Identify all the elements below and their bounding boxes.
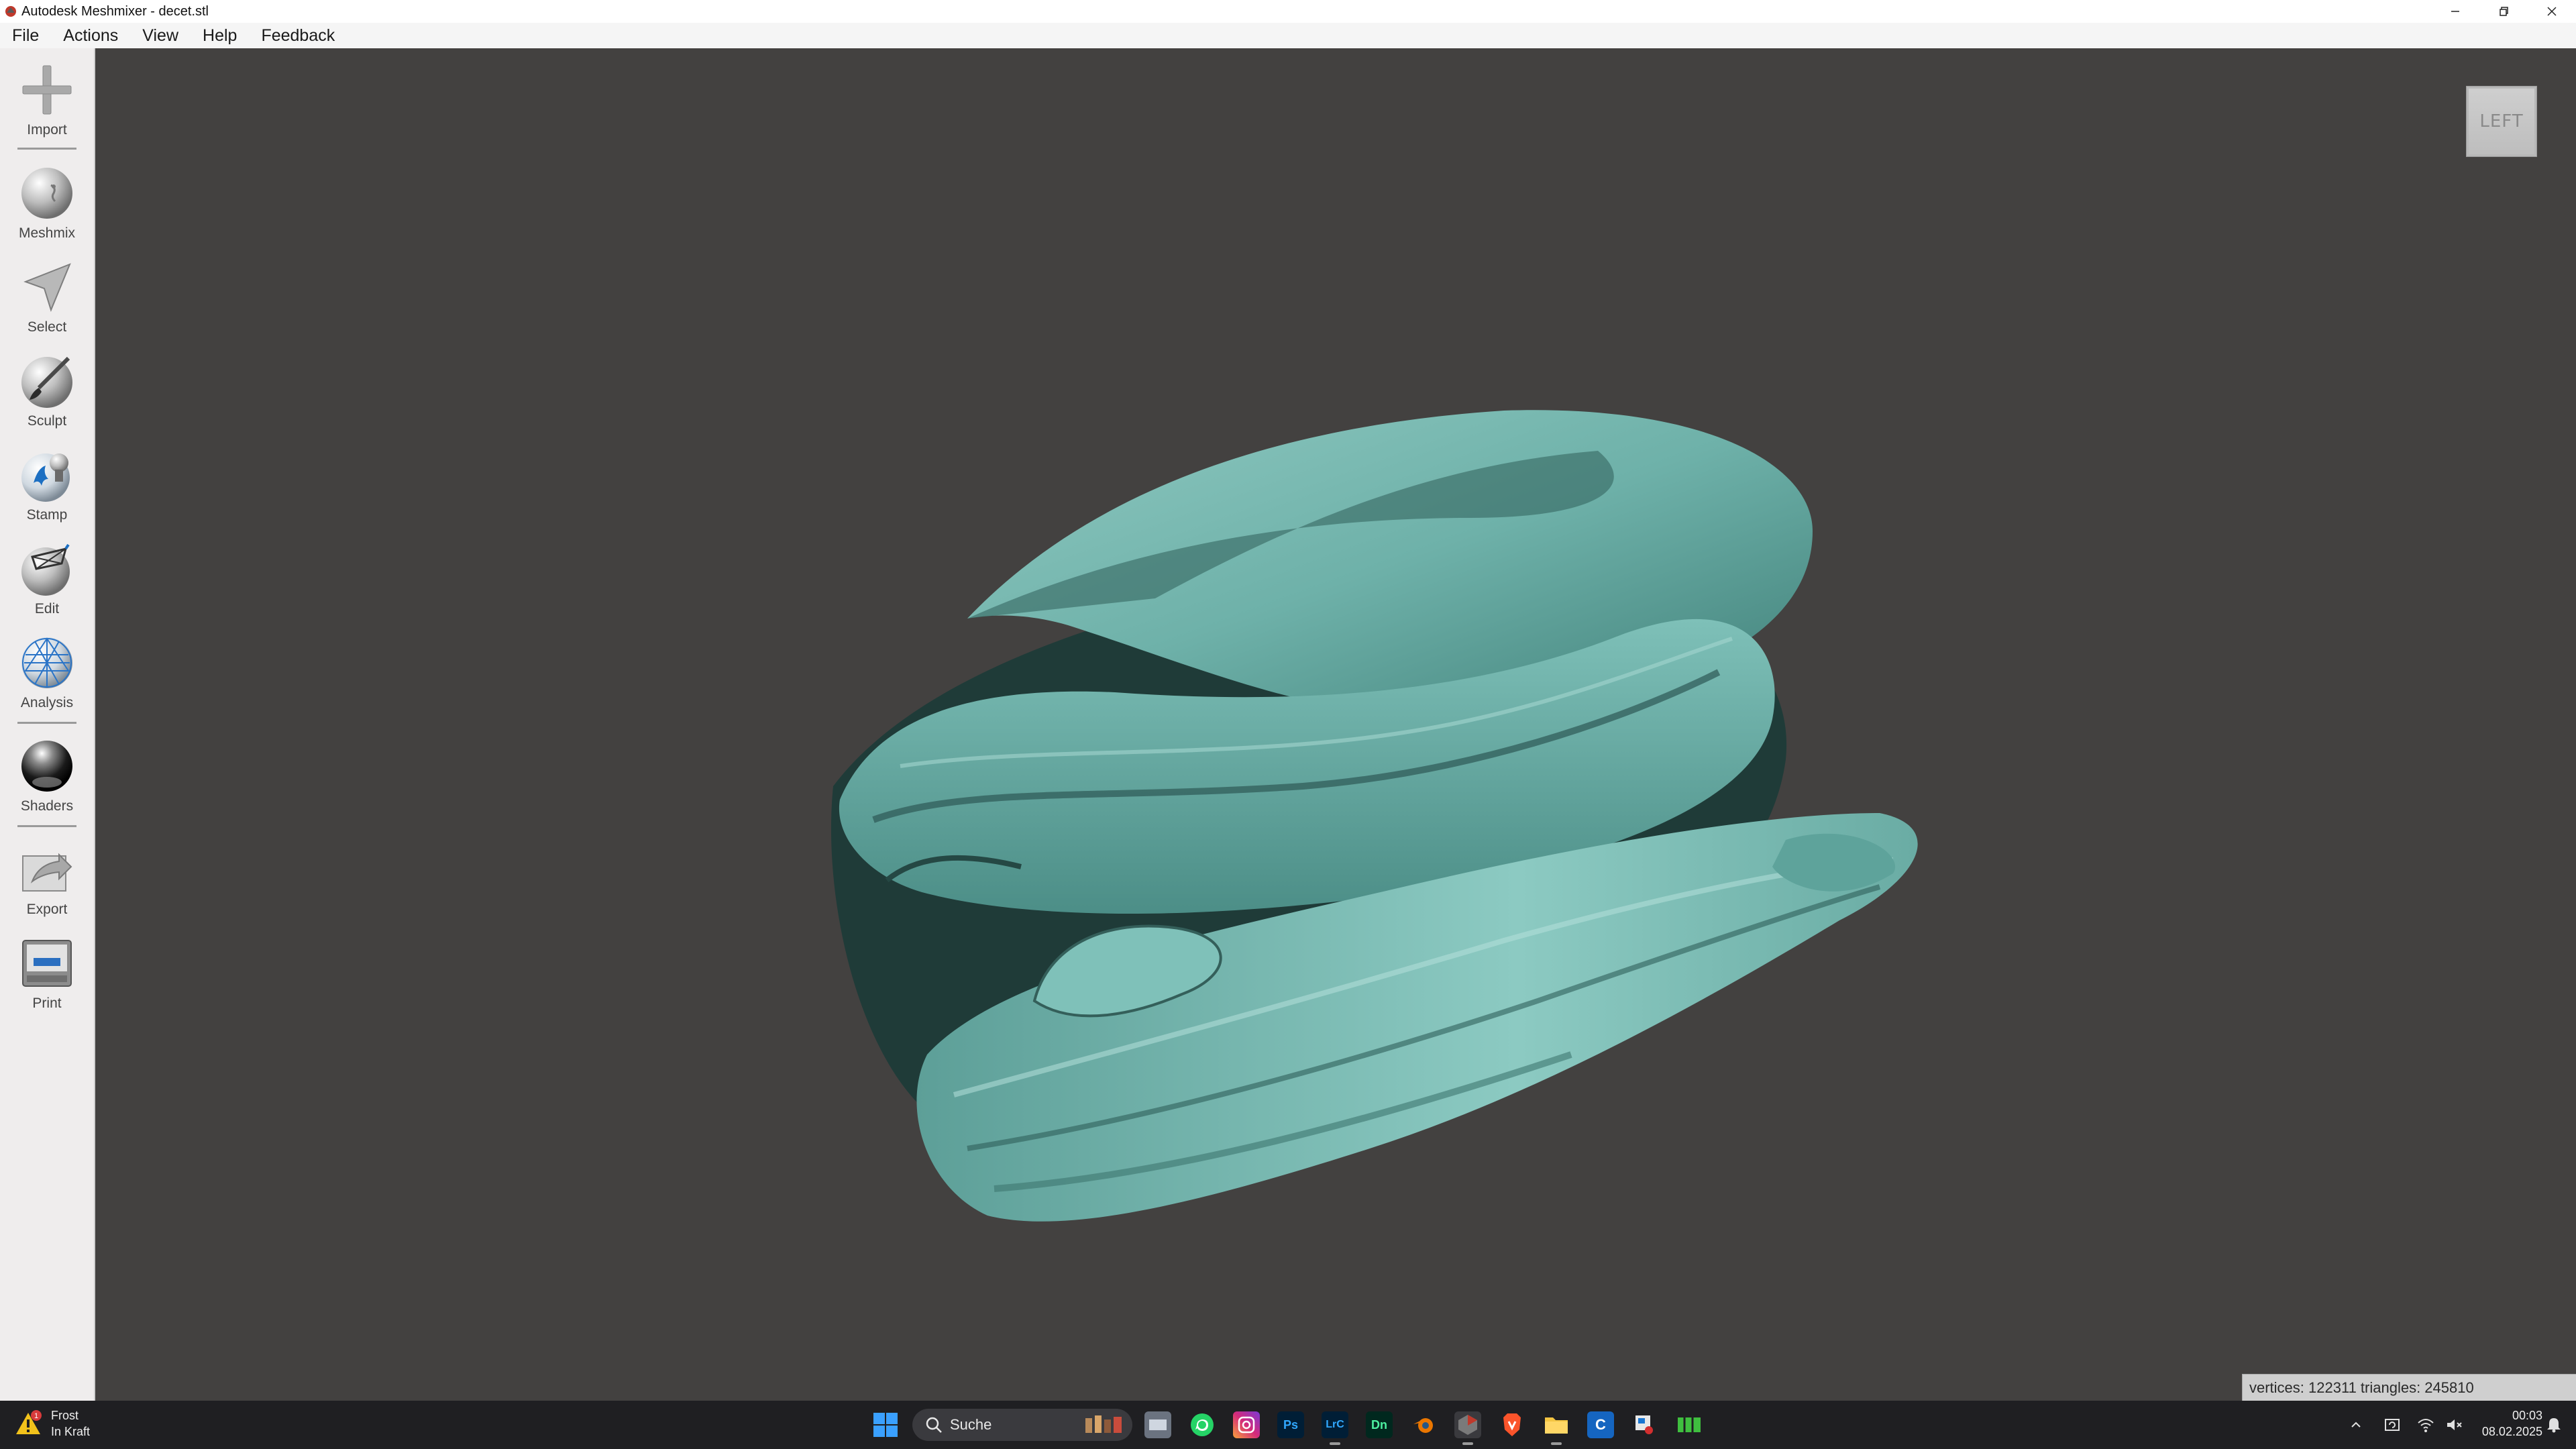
menu-bar: File Actions View Help Feedback [0, 23, 2576, 49]
weather-title: Frost [51, 1409, 79, 1422]
tool-export-label: Export [26, 902, 68, 917]
clock-time: 00:03 [2512, 1409, 2542, 1422]
view-cube-label: LEFT [2479, 111, 2524, 131]
minimize-icon[interactable] [2431, 0, 2479, 23]
photoshop-icon[interactable]: Ps [1277, 1411, 1304, 1438]
instagram-icon[interactable] [1233, 1411, 1260, 1438]
arrow-cursor-icon [23, 263, 71, 312]
blender-icon[interactable] [1410, 1411, 1437, 1438]
spreadsheet-icon[interactable] [1676, 1411, 1703, 1438]
stamp-sphere-icon [21, 453, 70, 502]
divider [17, 722, 76, 724]
file-explorer-icon[interactable] [1543, 1411, 1570, 1445]
window-title: Autodesk Meshmixer - decet.stl [21, 3, 209, 19]
menu-actions[interactable]: Actions [51, 23, 130, 48]
wifi-icon[interactable] [2416, 1415, 2435, 1434]
mesh-stats: vertices: 122311 triangles: 245810 [2242, 1374, 2576, 1401]
system-tray [2348, 1401, 2463, 1449]
tool-meshmix-label: Meshmix [18, 225, 75, 241]
meshmixer-taskbar-icon[interactable] [1454, 1411, 1481, 1445]
search-placeholder: Suche [950, 1416, 992, 1433]
tool-import-label: Import [27, 122, 67, 138]
tool-select[interactable]: Select [0, 259, 94, 335]
brave-icon[interactable] [1499, 1411, 1525, 1438]
windows-taskbar: 1 Frost In Kraft Suche Ps LrC Dn C 00:03… [0, 1401, 2576, 1449]
brush-sphere-icon [21, 356, 72, 408]
3d-viewport[interactable]: LEFT vertices: 122311 triangles: 245810 [95, 48, 2576, 1401]
title-bar: Autodesk Meshmixer - decet.stl [0, 0, 2576, 23]
windows-start-icon[interactable] [872, 1411, 899, 1438]
tool-edit-label: Edit [34, 601, 60, 616]
shiny-sphere-icon [21, 741, 72, 792]
tool-stamp[interactable]: Stamp [0, 447, 94, 523]
lightroom-classic-icon[interactable]: LrC [1322, 1411, 1348, 1445]
tool-import[interactable]: Import [0, 62, 94, 138]
snipping-tool-icon[interactable] [1631, 1411, 1658, 1438]
menu-feedback[interactable]: Feedback [249, 23, 347, 48]
whatsapp-icon[interactable] [1189, 1411, 1216, 1438]
tool-sculpt-label: Sculpt [27, 413, 67, 429]
view-cube[interactable]: LEFT [2466, 86, 2537, 157]
menu-file[interactable]: File [0, 23, 51, 48]
3d-model[interactable] [95, 48, 2576, 1401]
close-icon[interactable] [2528, 0, 2576, 23]
tool-analysis[interactable]: Analysis [0, 635, 94, 711]
taskbar-search[interactable]: Suche [912, 1409, 1132, 1441]
tool-shaders[interactable]: Shaders [0, 738, 94, 814]
meshmixer-logo-icon [5, 6, 16, 17]
tool-export[interactable]: Export [0, 841, 94, 918]
weather-badge: 1 [34, 1412, 38, 1420]
menu-help[interactable]: Help [191, 23, 249, 48]
chevron-up-icon[interactable] [2348, 1417, 2364, 1433]
tool-sculpt[interactable]: Sculpt [0, 353, 94, 429]
tool-print-label: Print [32, 996, 62, 1011]
sync-icon[interactable] [2383, 1415, 2402, 1434]
tool-shaders-label: Shaders [20, 798, 74, 814]
speaker-muted-icon[interactable] [2445, 1415, 2463, 1434]
warning-icon: 1 [16, 1410, 42, 1434]
clock-date: 08.02.2025 [2481, 1425, 2542, 1438]
tool-meshmix[interactable]: Meshmix [0, 165, 94, 241]
capture-icon[interactable]: C [1587, 1411, 1614, 1438]
weather-widget[interactable]: 1 Frost In Kraft [13, 1407, 90, 1440]
meshmix-sphere-icon [21, 168, 72, 219]
dimension-icon[interactable]: Dn [1366, 1411, 1393, 1438]
tool-edit[interactable]: Edit [0, 541, 94, 617]
tool-stamp-label: Stamp [26, 507, 68, 523]
search-highlight-icon [1085, 1415, 1122, 1433]
divider [17, 148, 76, 150]
printer-icon [22, 940, 72, 987]
edit-sphere-icon [21, 543, 70, 596]
task-view-icon[interactable] [1144, 1411, 1171, 1438]
tool-sidebar: Import Meshmix Select Sculpt Stamp Edit … [0, 48, 95, 1401]
window-controls [2431, 0, 2576, 23]
taskbar-clock[interactable]: 00:03 08.02.2025 [2469, 1407, 2542, 1440]
weather-status: In Kraft [51, 1425, 91, 1438]
restore-icon[interactable] [2479, 0, 2528, 23]
mesh-sphere-icon [21, 637, 72, 688]
divider [17, 825, 76, 827]
tool-analysis-label: Analysis [20, 695, 74, 710]
menu-view[interactable]: View [130, 23, 191, 48]
search-icon [926, 1417, 942, 1433]
export-folder-icon [22, 853, 72, 892]
plus-icon [22, 65, 72, 115]
tool-print[interactable]: Print [0, 935, 94, 1012]
notification-bell-icon[interactable] [2545, 1416, 2563, 1434]
tool-select-label: Select [27, 319, 67, 335]
